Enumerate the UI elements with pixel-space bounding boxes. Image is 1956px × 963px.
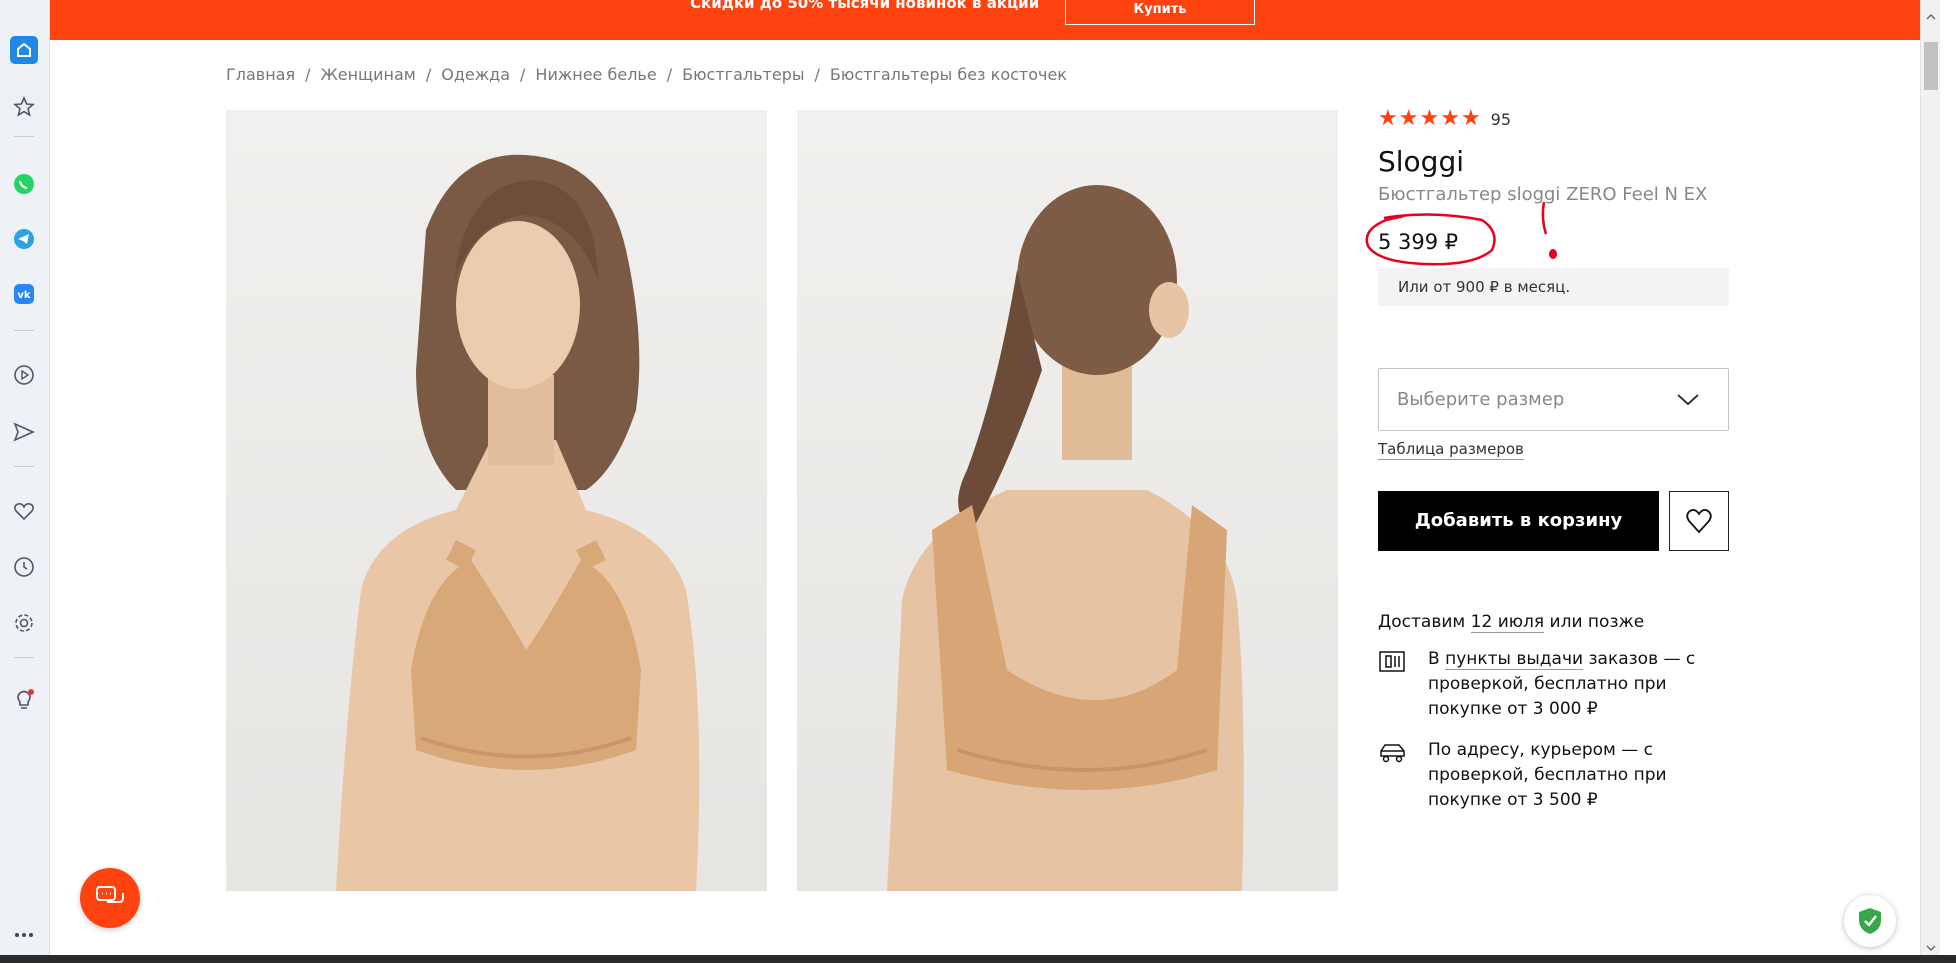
scroll-up-icon[interactable] xyxy=(1926,12,1936,22)
breadcrumb-item[interactable]: Одежда xyxy=(441,65,510,84)
star-icon[interactable] xyxy=(10,93,38,121)
clock-icon[interactable] xyxy=(10,553,38,581)
browser-sidebar: vk xyxy=(0,0,50,963)
sidebar-divider xyxy=(14,136,34,137)
delivery-option-text: По адресу, курьером — с проверкой, беспл… xyxy=(1428,740,1667,810)
send-icon[interactable] xyxy=(10,418,38,446)
page-scrollbar[interactable] xyxy=(1920,0,1940,963)
window-edge xyxy=(1940,0,1956,963)
vk-icon[interactable]: vk xyxy=(10,280,38,308)
promo-banner[interactable]: Скидки до 50% тысячи новинок в акции Куп… xyxy=(50,0,1920,40)
car-icon xyxy=(1380,744,1405,763)
delivery-suffix: или позже xyxy=(1544,612,1645,632)
breadcrumb-separator: / xyxy=(520,65,526,84)
heart-icon xyxy=(1686,509,1712,534)
bulb-icon[interactable] xyxy=(10,686,38,714)
delivery-date[interactable]: 12 июля xyxy=(1470,612,1545,633)
favorite-button[interactable] xyxy=(1669,491,1729,551)
taskbar xyxy=(0,955,1956,963)
sidebar-divider xyxy=(14,657,34,658)
home-icon[interactable] xyxy=(10,36,38,64)
pickup-points-link[interactable]: пункты выдачи xyxy=(1445,649,1584,670)
promo-text: Скидки до 50% тысячи новинок в акции xyxy=(690,0,1040,12)
chevron-down-icon xyxy=(1677,394,1699,406)
delivery-info: Доставим 12 июля или позже xyxy=(1378,612,1645,633)
star-icon: ★ xyxy=(1398,106,1419,131)
security-shield-button[interactable] xyxy=(1844,895,1896,947)
breadcrumb-separator: / xyxy=(305,65,311,84)
breadcrumb-item[interactable]: Женщинам xyxy=(321,65,416,84)
product-page: Скидки до 50% тысячи новинок в акции Куп… xyxy=(50,0,1920,963)
chat-button[interactable] xyxy=(80,868,140,928)
scrollbar-thumb[interactable] xyxy=(1924,42,1938,90)
size-select[interactable]: Выберите размер xyxy=(1378,368,1729,431)
rating-count: 95 xyxy=(1490,109,1512,129)
breadcrumb-item[interactable]: Нижнее белье xyxy=(535,65,656,84)
promo-button[interactable]: Купить xyxy=(1065,0,1255,25)
whatsapp-icon[interactable] xyxy=(10,170,38,198)
shield-icon xyxy=(1859,908,1881,934)
breadcrumb-separator: / xyxy=(814,65,820,84)
size-table-link[interactable]: Таблица размеров xyxy=(1378,440,1524,460)
breadcrumb: Главная / Женщинам / Одежда / Нижнее белье / Бюс… xyxy=(226,65,1067,84)
delivery-option-pre: В xyxy=(1428,649,1446,669)
annotation-circle xyxy=(1365,213,1496,266)
star-icon: ★ xyxy=(1378,106,1398,131)
breadcrumb-item[interactable]: Бюстгальтеры xyxy=(682,65,804,84)
scroll-down-icon[interactable] xyxy=(1926,943,1936,953)
product-photo-back[interactable] xyxy=(797,110,1338,891)
rating[interactable]: ★ ★ ★ ★ ★ 95 xyxy=(1378,108,1511,130)
pickup-point-icon xyxy=(1379,651,1405,672)
star-icon: ★ xyxy=(1440,106,1460,131)
delivery-prefix: Доставим xyxy=(1378,612,1471,632)
star-icon: ★ xyxy=(1419,106,1440,131)
telegram-icon[interactable] xyxy=(10,225,38,253)
sidebar-divider xyxy=(14,330,34,331)
delivery-option-text: В пункты выдачи заказов — с проверкой, б… xyxy=(1428,647,1728,722)
star-icon: ★ xyxy=(1460,106,1481,131)
annotation-mark xyxy=(1541,201,1557,259)
add-to-cart-button[interactable]: Добавить в корзину xyxy=(1378,491,1659,551)
sidebar-divider xyxy=(14,466,34,467)
installment-info: Или от 900 ₽ в месяц. xyxy=(1378,268,1729,306)
heart-icon[interactable] xyxy=(10,497,38,525)
more-icon[interactable] xyxy=(10,921,38,949)
svg-text:vk: vk xyxy=(17,290,31,301)
chat-icon xyxy=(96,886,124,903)
product-photo-front[interactable] xyxy=(226,110,767,891)
breadcrumb-separator: / xyxy=(425,65,432,84)
breadcrumb-item[interactable]: Главная xyxy=(226,65,295,84)
breadcrumb-item[interactable]: Бюстгальтеры без косточек xyxy=(830,65,1067,84)
breadcrumb-separator: / xyxy=(666,65,673,84)
play-icon[interactable] xyxy=(10,361,38,389)
size-placeholder: Выберите размер xyxy=(1397,389,1565,410)
brand-name[interactable]: Sloggi xyxy=(1378,145,1464,178)
gear-icon[interactable] xyxy=(10,609,38,637)
